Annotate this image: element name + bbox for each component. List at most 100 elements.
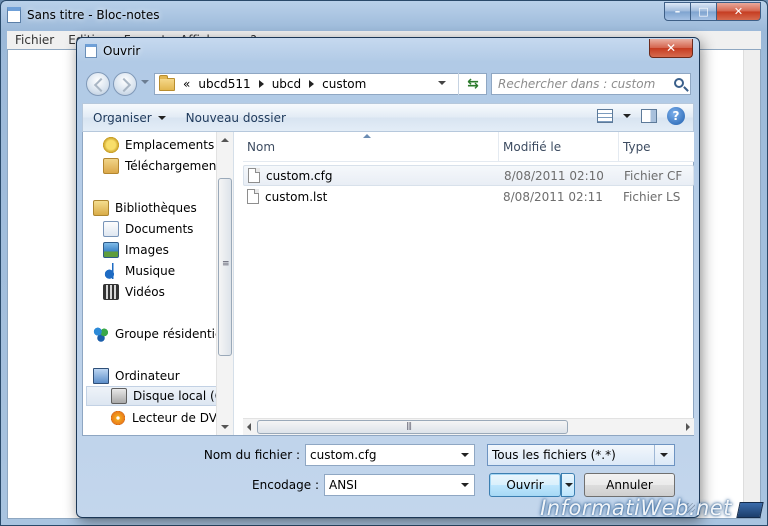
navigation-pane-scrollbar[interactable]: [216, 132, 233, 435]
forward-button[interactable]: [113, 72, 137, 96]
nav-item-label: Vidéos: [125, 285, 165, 299]
homegroup-icon: [93, 326, 109, 342]
nav-item-videos[interactable]: Vidéos: [103, 282, 165, 302]
nav-item-local-disk[interactable]: Disque local (C:): [86, 386, 232, 406]
breadcrumb-ubcd511[interactable]: ubcd511: [198, 77, 250, 91]
minimize-icon: –: [674, 5, 681, 18]
dialog-toolbar: Organiser Nouveau dossier ?: [82, 103, 694, 132]
file-list: Nom Modifié le Type custom.cfg 8/08/2011…: [243, 132, 694, 435]
nav-item-dvd-drive[interactable]: Lecteur de DVD (: [110, 408, 233, 428]
close-button[interactable]: ✕: [717, 2, 761, 21]
scroll-up-icon[interactable]: [221, 138, 229, 142]
navigation-pane: Emplacements ré Téléchargements Biblioth…: [83, 132, 233, 435]
hard-drive-icon: [111, 388, 127, 404]
back-button[interactable]: [86, 72, 110, 96]
encoding-select[interactable]: ANSI: [324, 474, 475, 496]
organize-button[interactable]: Organiser: [83, 111, 176, 125]
dialog-title: Ouvrir: [103, 44, 141, 58]
computer-icon: [93, 368, 109, 384]
notepad-title: Sans titre - Bloc-notes: [27, 8, 160, 22]
views-icon[interactable]: [597, 109, 613, 123]
column-header-modified[interactable]: Modifié le: [499, 132, 619, 162]
star-icon: [103, 137, 119, 153]
column-header-row: Nom Modifié le Type: [243, 132, 694, 162]
open-options-dropdown-button[interactable]: [561, 473, 575, 497]
dialog-close-button[interactable]: ✕: [649, 39, 693, 58]
breadcrumb-custom[interactable]: custom: [322, 77, 366, 91]
chevron-down-icon: [157, 115, 166, 120]
nav-item-label: Documents: [125, 222, 194, 236]
maximize-button[interactable]: □: [691, 2, 717, 21]
preview-pane-icon[interactable]: [641, 109, 657, 123]
column-header-label: Nom: [247, 140, 276, 154]
chevron-down-icon[interactable]: [461, 453, 469, 457]
scrollbar-thumb[interactable]: [218, 178, 232, 356]
nav-item-homegroup[interactable]: Groupe résidentiel: [93, 324, 226, 344]
nav-item-libraries[interactable]: Bibliothèques: [93, 198, 197, 218]
refresh-button[interactable]: ⇆: [458, 73, 487, 95]
file-row-custom-lst[interactable]: custom.lst 8/08/2011 02:11 Fichier LS: [243, 186, 694, 207]
scroll-down-icon[interactable]: [221, 425, 229, 429]
watermark-text: InformatiWeb.net: [540, 496, 732, 520]
file-icon: [247, 189, 259, 204]
nav-item-downloads[interactable]: Téléchargements: [103, 156, 227, 176]
file-name-cell: custom.cfg: [248, 168, 332, 183]
pane-splitter[interactable]: [233, 132, 237, 435]
breadcrumb-separator-icon[interactable]: [258, 80, 264, 88]
dialog-icon: [85, 44, 97, 58]
column-header-type[interactable]: Type: [619, 132, 694, 162]
notepad-vertical-scrollbar[interactable]: [743, 50, 760, 518]
help-button[interactable]: ?: [667, 107, 685, 125]
pictures-icon: [103, 242, 119, 258]
column-header-label: Modifié le: [503, 140, 562, 154]
address-overflow[interactable]: «: [183, 77, 190, 91]
file-type: Fichier LS: [623, 189, 681, 204]
scrollbar-thumb[interactable]: [257, 420, 568, 434]
filename-value: custom.cfg: [310, 448, 377, 462]
file-row-custom-cfg[interactable]: custom.cfg 8/08/2011 02:10 Fichier CF: [243, 165, 694, 186]
scroll-right-icon[interactable]: [686, 423, 690, 431]
menu-fichier[interactable]: Fichier: [15, 33, 54, 47]
laptop-logo-icon: [736, 502, 764, 518]
breadcrumb-separator-icon[interactable]: [309, 80, 315, 88]
filter-dropdown-button[interactable]: [654, 445, 674, 465]
toolbar-right-group: ?: [597, 107, 685, 125]
chevron-down-icon[interactable]: [461, 483, 469, 487]
notepad-icon: [7, 7, 21, 23]
file-name-cell: custom.lst: [247, 189, 327, 204]
maximize-icon: □: [698, 5, 709, 18]
nav-item-documents[interactable]: Documents: [103, 219, 193, 239]
videos-icon: [103, 284, 119, 300]
cancel-button[interactable]: Annuler: [584, 473, 675, 497]
file-icon: [248, 168, 260, 183]
nav-item-computer[interactable]: Ordinateur: [93, 366, 180, 386]
filename-input[interactable]: custom.cfg: [305, 444, 475, 466]
breadcrumb-ubcd[interactable]: ubcd: [272, 77, 301, 91]
file-type-filter-select[interactable]: Tous les fichiers (*.*): [487, 444, 675, 466]
new-folder-label: Nouveau dossier: [185, 110, 286, 125]
new-folder-button[interactable]: Nouveau dossier: [176, 111, 296, 125]
music-icon: [103, 263, 119, 279]
encoding-value: ANSI: [329, 478, 358, 492]
address-dropdown-icon[interactable]: [438, 81, 446, 85]
open-button[interactable]: Ouvrir: [489, 473, 561, 497]
search-input[interactable]: Rechercher dans : custom: [491, 73, 691, 95]
recent-locations-dropdown-icon[interactable]: [141, 80, 149, 84]
views-chevron-down-icon[interactable]: [623, 114, 631, 118]
scroll-left-icon[interactable]: [247, 423, 251, 431]
nav-item-label: Emplacements ré: [125, 138, 231, 152]
close-icon: ✕: [733, 5, 744, 18]
nav-item-recent-places[interactable]: Emplacements ré: [103, 135, 230, 155]
minimize-button[interactable]: –: [664, 2, 691, 21]
search-placeholder: Rechercher dans : custom: [498, 77, 656, 91]
nav-item-label: Ordinateur: [115, 369, 180, 383]
file-name: custom.lst: [265, 189, 328, 204]
documents-icon: [103, 221, 119, 237]
chevron-down-icon: [565, 483, 573, 487]
nav-item-images[interactable]: Images: [103, 240, 169, 260]
column-header-name[interactable]: Nom: [243, 132, 499, 162]
nav-item-music[interactable]: Musique: [103, 261, 175, 281]
search-icon[interactable]: [674, 78, 684, 88]
file-list-horizontal-scrollbar[interactable]: [243, 418, 694, 435]
downloads-folder-icon: [103, 158, 119, 174]
